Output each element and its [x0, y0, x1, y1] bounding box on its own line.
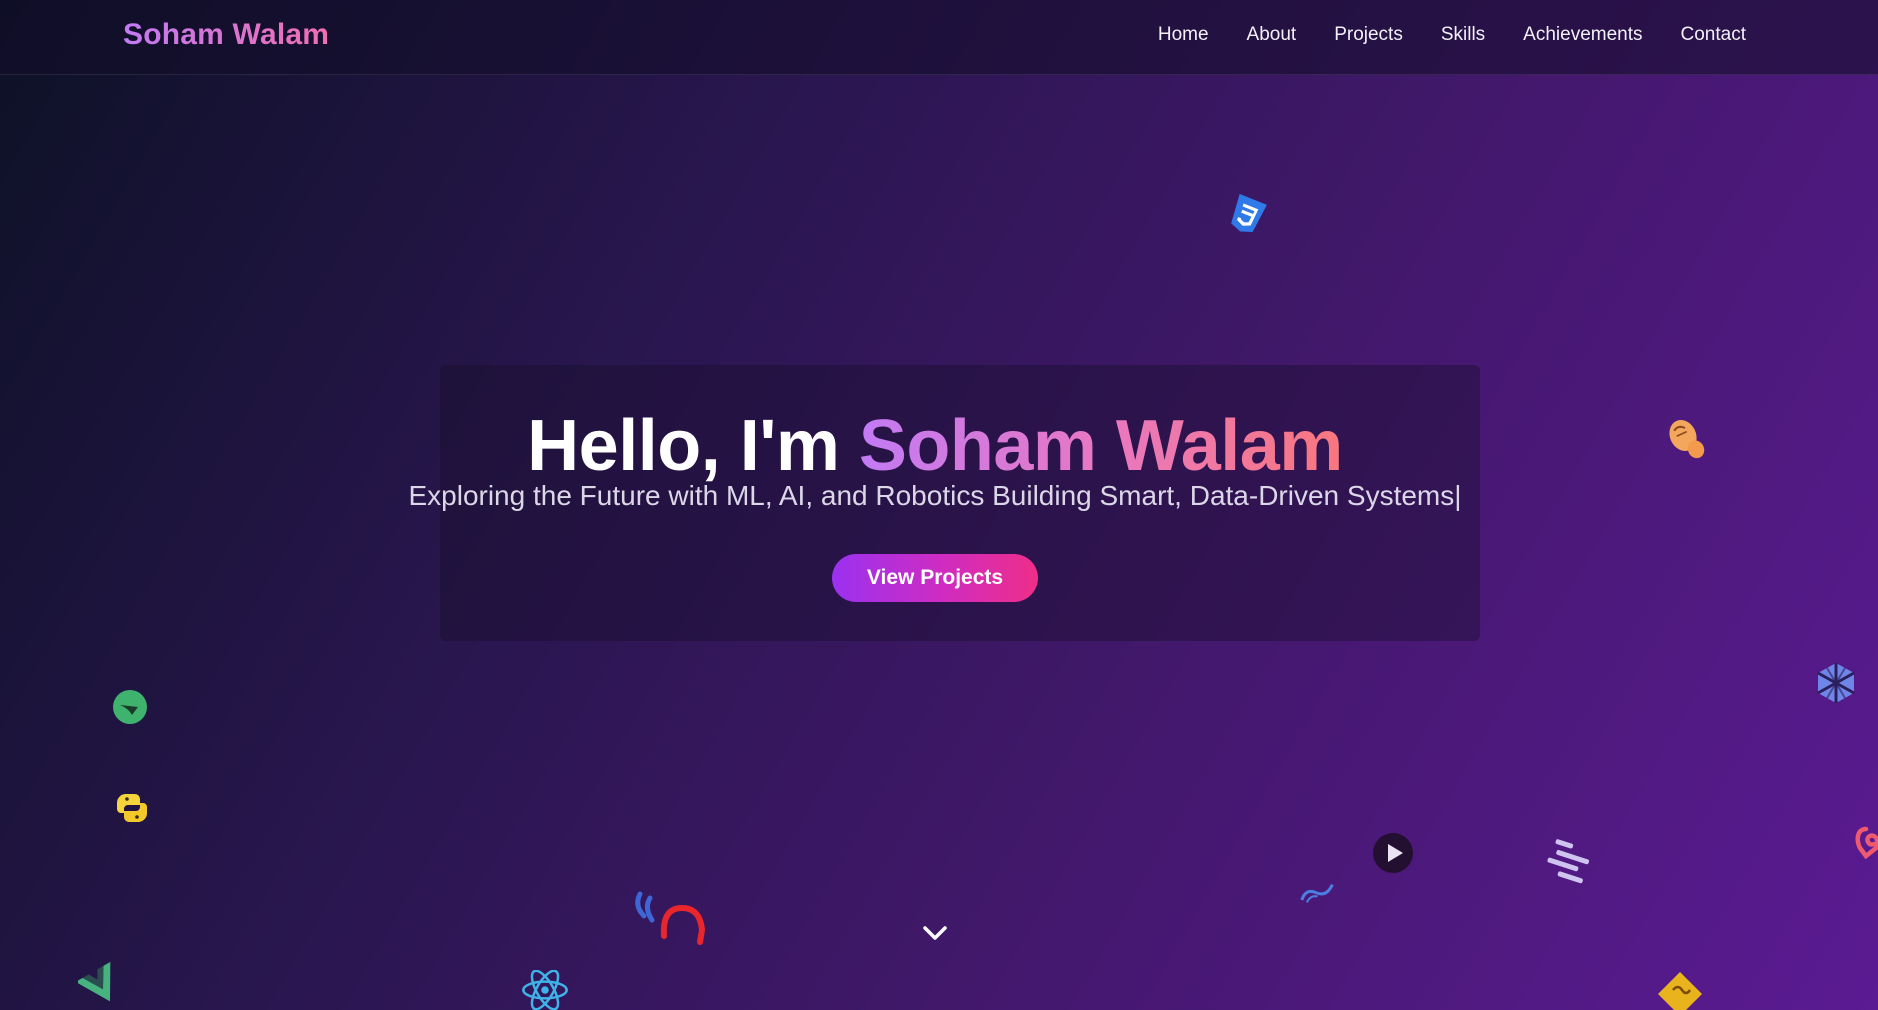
angular-icon: [1855, 826, 1878, 860]
nav-links: Home About Projects Skills Achievements …: [1158, 24, 1746, 46]
typing-cursor: |: [1454, 480, 1462, 511]
git-stripes-icon: [1547, 839, 1590, 884]
react-icon: [522, 970, 568, 1010]
nav-link-skills[interactable]: Skills: [1441, 24, 1485, 46]
navbar: Soham Walam Home About Projects Skills A…: [0, 0, 1878, 75]
nav-link-home[interactable]: Home: [1158, 24, 1209, 46]
nav-link-achievements[interactable]: Achievements: [1523, 24, 1642, 46]
nav-link-contact[interactable]: Contact: [1681, 24, 1746, 46]
page: Soham Walam Home About Projects Skills A…: [0, 0, 1878, 1010]
css3-icon: [1231, 194, 1267, 232]
sf-icon: [1658, 972, 1702, 1010]
vue-icon: [78, 961, 111, 1002]
postman-icon: [1669, 420, 1705, 459]
spring-icon: [113, 690, 147, 724]
hero-greeting: Hello, I'm: [527, 406, 840, 486]
hero-subtitle: Exploring the Future with ML, AI, and Ro…: [0, 480, 1870, 512]
view-projects-button[interactable]: View Projects: [832, 554, 1038, 602]
scroll-down-chevron-icon[interactable]: [920, 920, 950, 946]
nav-link-projects[interactable]: Projects: [1334, 24, 1403, 46]
hero-subtitle-text: Exploring the Future with ML, AI, and Ro…: [408, 480, 1455, 511]
python-icon: [116, 794, 148, 822]
hero-title: Hello, I'm Soham Walam: [0, 405, 1870, 487]
codepen-cube-icon: [1817, 663, 1855, 703]
firebase-icon: [635, 891, 706, 945]
brand-logo[interactable]: Soham Walam: [123, 18, 329, 52]
tailwind-icon: [1300, 883, 1334, 903]
play-icon: [1373, 833, 1413, 873]
hero-name: Soham Walam: [858, 406, 1343, 486]
nav-link-about[interactable]: About: [1247, 24, 1297, 46]
